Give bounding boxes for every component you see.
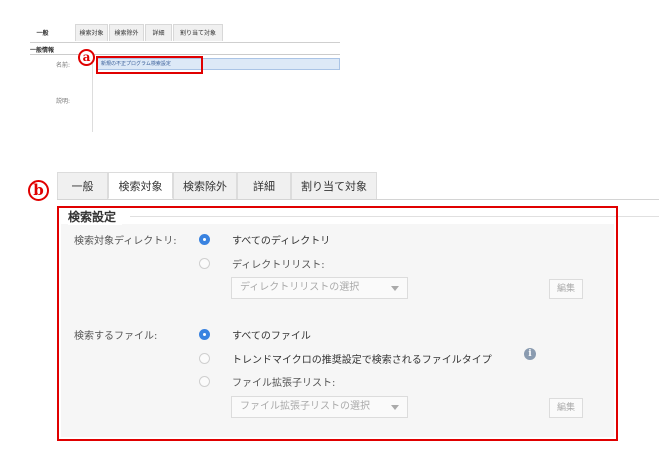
a-group-title: 一般情報	[30, 47, 55, 54]
b-tab-scan-exclusion[interactable]: 検索除外	[173, 172, 237, 199]
a-divider	[30, 54, 340, 55]
b-tab-general[interactable]: 一般	[57, 172, 108, 199]
a-column-divider	[92, 60, 93, 132]
marker-b: b	[28, 180, 49, 201]
b-tab-scan-target[interactable]: 検索対象	[108, 172, 173, 199]
a-tab-scan-exclusion[interactable]: 検索除外	[109, 24, 144, 41]
a-tab-details[interactable]: 詳細	[145, 24, 172, 41]
b-tab-baseline	[57, 199, 659, 200]
a-description-label: 説明:	[56, 98, 71, 105]
a-tab-general[interactable]: 一般	[30, 24, 55, 41]
b-tab-details[interactable]: 詳細	[237, 172, 291, 199]
a-highlight-box	[96, 56, 203, 74]
marker-a: a	[78, 49, 95, 66]
a-tab-scan-target[interactable]: 検索対象	[75, 24, 108, 41]
a-name-label: 名前:	[56, 62, 71, 69]
a-tab-bar: 一般 検索対象 検索除外 詳細 割り当て対象	[30, 24, 340, 43]
b-tab-assignment[interactable]: 割り当て対象	[291, 172, 377, 199]
b-highlight-box	[57, 206, 618, 441]
a-tab-assignment[interactable]: 割り当て対象	[173, 24, 223, 41]
